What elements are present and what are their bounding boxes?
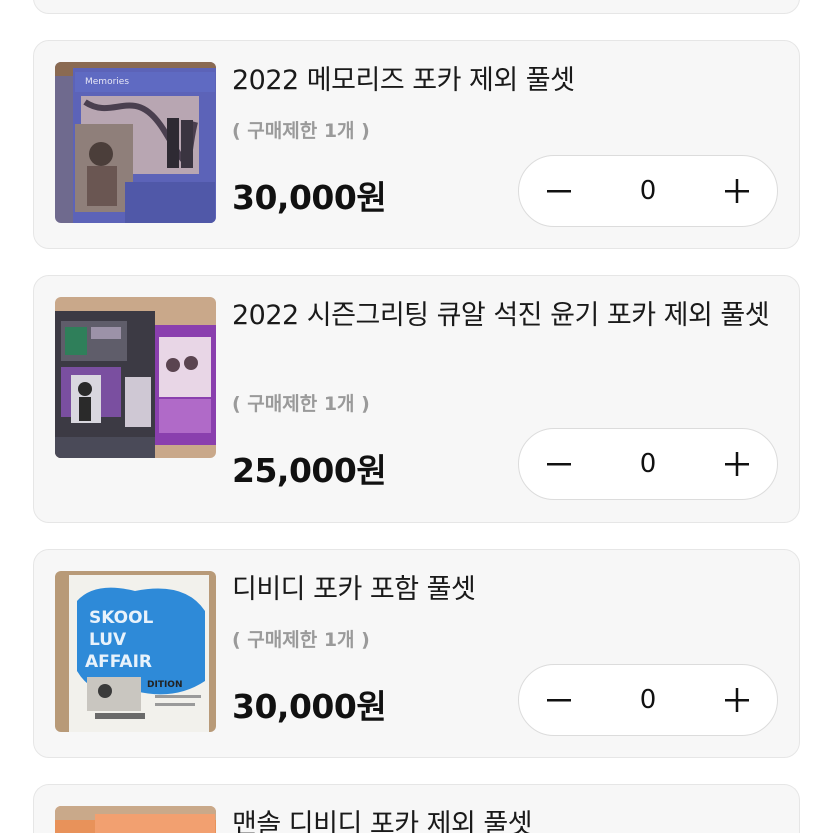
quantity-stepper: 0 [518, 664, 778, 736]
increase-button[interactable] [697, 665, 777, 735]
product-price: 30,000원 [232, 178, 387, 217]
product-title[interactable]: 디비디 포카 포함 풀셋 [232, 571, 775, 609]
quantity-stepper: 0 [518, 155, 778, 227]
product-card: Memories 2022 메모리즈 포카 제외 풀셋 ( 구매제한 1개 ) … [33, 40, 800, 249]
product-card-partial-top [33, 0, 800, 14]
quantity-value: 0 [639, 685, 657, 715]
decrease-button[interactable] [519, 665, 599, 735]
minus-icon [547, 699, 571, 702]
product-card: 2022 시즌그리팅 큐알 석진 윤기 포카 제외 풀셋 ( 구매제한 1개 )… [33, 275, 800, 523]
increase-button[interactable] [697, 429, 777, 499]
minus-icon [547, 190, 571, 193]
plus-icon [725, 452, 749, 476]
quantity-stepper: 0 [518, 428, 778, 500]
plus-icon [725, 688, 749, 712]
increase-button[interactable] [697, 156, 777, 226]
product-thumbnail[interactable] [55, 806, 216, 833]
thumb-label: Memories [85, 77, 129, 87]
product-card-partial-bottom: 맨솔 디비디 포카 제외 풀셋 [33, 784, 800, 833]
product-title[interactable]: 맨솔 디비디 포카 제외 풀셋 [232, 806, 775, 833]
purchase-limit-text: ( 구매제한 1개 ) [232, 120, 370, 142]
thumb-label: DITION [147, 680, 183, 690]
product-title[interactable]: 2022 메모리즈 포카 제외 풀셋 [232, 62, 775, 100]
decrease-button[interactable] [519, 156, 599, 226]
product-thumbnail[interactable] [55, 297, 216, 458]
purchase-limit-text: ( 구매제한 1개 ) [232, 393, 370, 415]
quantity-value: 0 [639, 449, 657, 479]
plus-icon [725, 179, 749, 203]
product-price: 30,000원 [232, 687, 387, 726]
quantity-value: 0 [639, 176, 657, 206]
product-price: 25,000원 [232, 451, 387, 490]
thumb-label: AFFAIR [85, 652, 152, 672]
product-thumbnail[interactable]: Memories [55, 62, 216, 223]
product-thumbnail[interactable]: SKOOL LUV AFFAIR DITION [55, 571, 216, 732]
purchase-limit-text: ( 구매제한 1개 ) [232, 629, 370, 651]
thumb-label: SKOOL [89, 608, 154, 628]
minus-icon [547, 463, 571, 466]
product-card: SKOOL LUV AFFAIR DITION 디비디 포카 포함 풀셋 ( 구… [33, 549, 800, 758]
thumb-label: LUV [89, 630, 127, 650]
product-title[interactable]: 2022 시즌그리팅 큐알 석진 윤기 포카 제외 풀셋 [232, 297, 775, 335]
decrease-button[interactable] [519, 429, 599, 499]
